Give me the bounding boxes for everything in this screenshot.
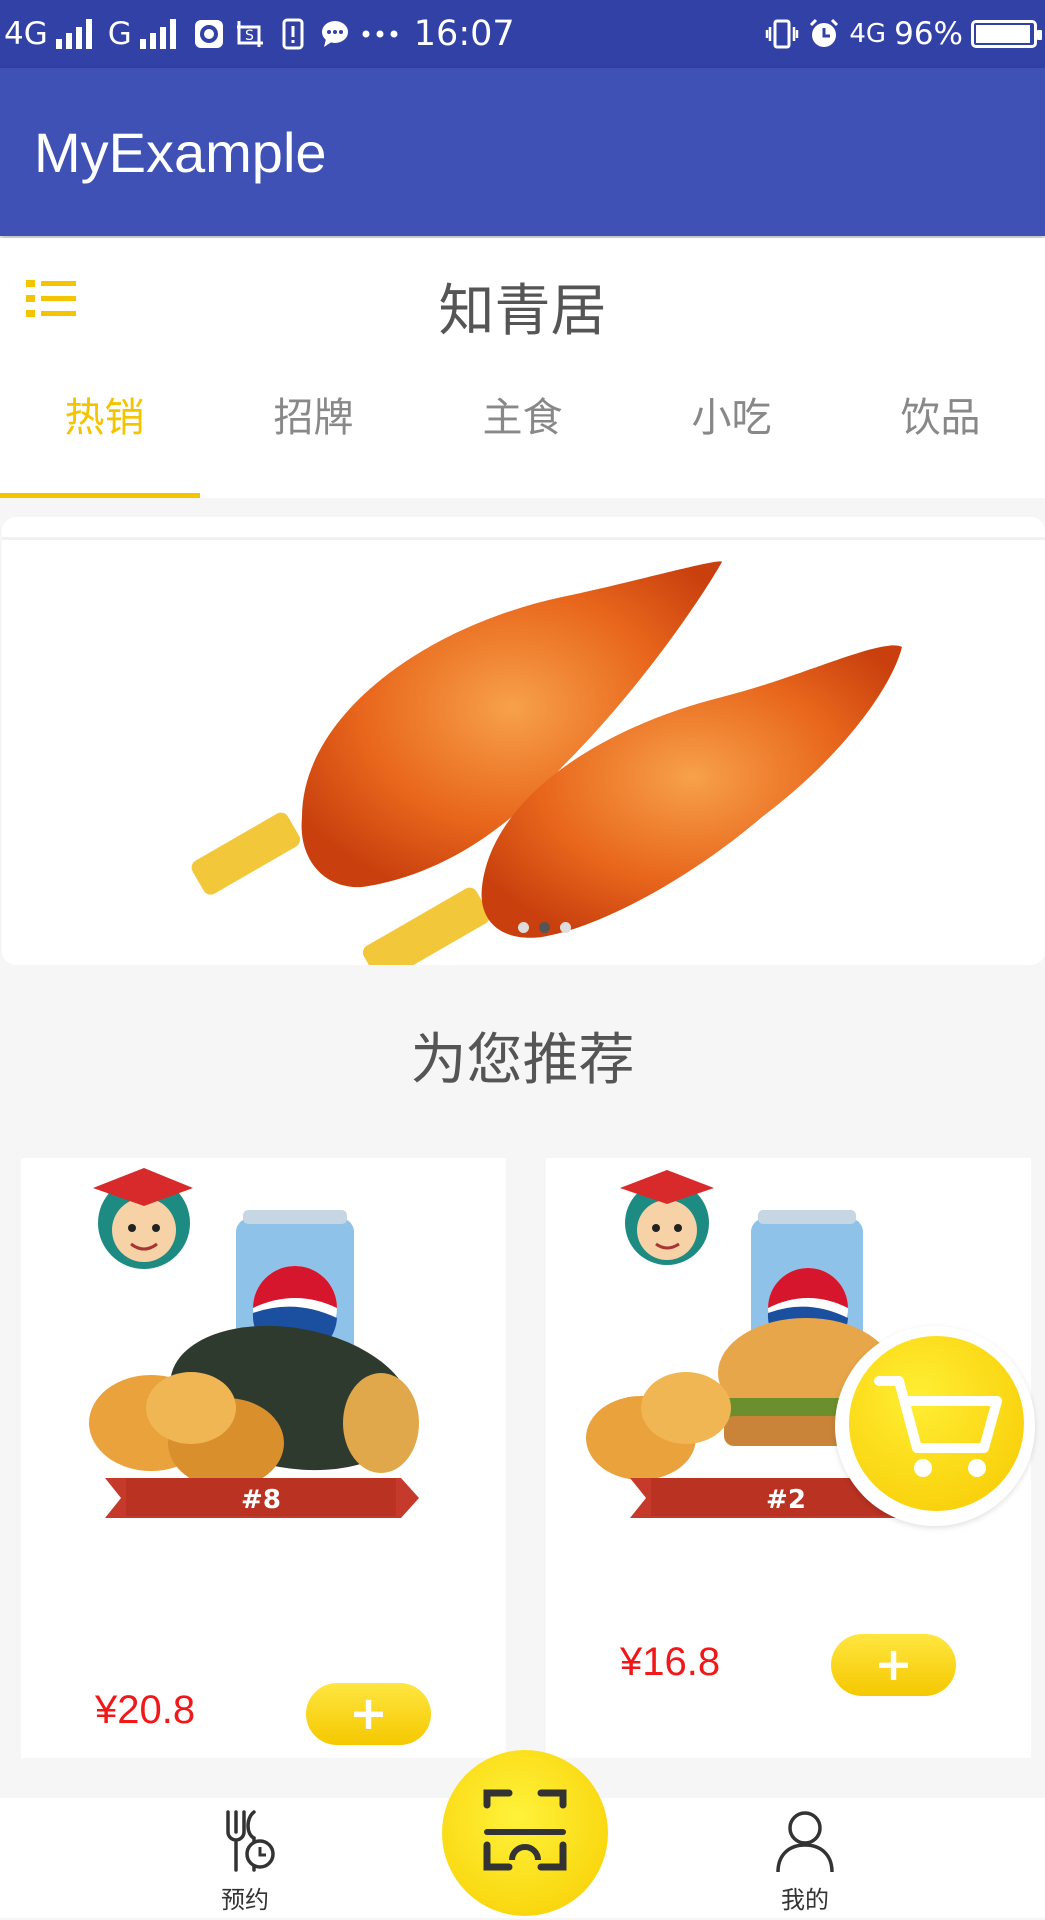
carousel-dot	[518, 922, 529, 933]
nav-reserve[interactable]: 预约	[185, 1808, 305, 1915]
banner-carousel[interactable]	[2, 517, 1045, 965]
scan-icon	[483, 1789, 567, 1871]
alarm-icon	[807, 17, 841, 51]
dining-clock-icon	[226, 1810, 275, 1872]
battery-icon	[971, 20, 1042, 48]
cart-button[interactable]	[835, 1326, 1035, 1526]
carousel-dot-active	[539, 922, 550, 933]
status-bar: 4G G S 16:07 4G 96%	[0, 0, 1045, 68]
battery-percent: 96%	[894, 16, 963, 52]
carousel-dot	[560, 922, 571, 933]
signal-icon	[55, 19, 92, 49]
vibrate-icon	[765, 17, 799, 51]
nav-reserve-label: 预约	[221, 1886, 269, 1914]
product-price: ¥16.8	[620, 1640, 721, 1684]
shop-title: 知青居	[438, 279, 607, 344]
nav-mine[interactable]: 我的	[745, 1808, 865, 1915]
combo-meal-image: #8	[89, 1168, 419, 1518]
shop-header: 知青居 热销 招牌 主食 小吃 饮品	[0, 238, 1045, 498]
combo-badge: #2	[766, 1485, 806, 1515]
alert-icon	[276, 17, 310, 51]
tab-snacks[interactable]: 小吃	[627, 358, 836, 498]
network-type-3: 4G	[849, 19, 887, 49]
browser-icon	[192, 17, 226, 51]
clock-time: 16:07	[413, 14, 515, 54]
cart-icon	[849, 1336, 1024, 1511]
tab-drinks[interactable]: 饮品	[836, 358, 1045, 498]
nav-mine-label: 我的	[781, 1886, 829, 1914]
carousel-indicator	[518, 922, 571, 933]
app-bar: MyExample	[0, 68, 1045, 236]
message-icon	[318, 17, 352, 51]
svg-text:S: S	[245, 28, 254, 44]
screenshot-icon: S	[234, 17, 268, 51]
combo-badge: #8	[241, 1485, 281, 1515]
product-price: ¥20.8	[95, 1688, 196, 1732]
app-title: MyExample	[34, 121, 327, 184]
person-icon	[776, 1811, 834, 1873]
signal-icon	[139, 19, 176, 49]
add-to-cart-button[interactable]: +	[831, 1634, 956, 1696]
network-type-1: 4G	[4, 16, 48, 52]
network-type-2: G	[107, 16, 132, 52]
tab-signature[interactable]: 招牌	[209, 358, 418, 498]
tab-hot[interactable]: 热销	[0, 358, 209, 498]
category-tabs: 热销 招牌 主食 小吃 饮品	[0, 358, 1045, 498]
chicken-wings-image	[2, 537, 1045, 965]
product-card[interactable]: #8 ¥20.8 +	[21, 1158, 506, 1758]
add-to-cart-button[interactable]: +	[306, 1683, 431, 1745]
tab-staple[interactable]: 主食	[418, 358, 627, 498]
recommend-title: 为您推荐	[410, 1028, 635, 1093]
more-icon	[360, 17, 400, 51]
scan-button[interactable]	[442, 1750, 608, 1916]
